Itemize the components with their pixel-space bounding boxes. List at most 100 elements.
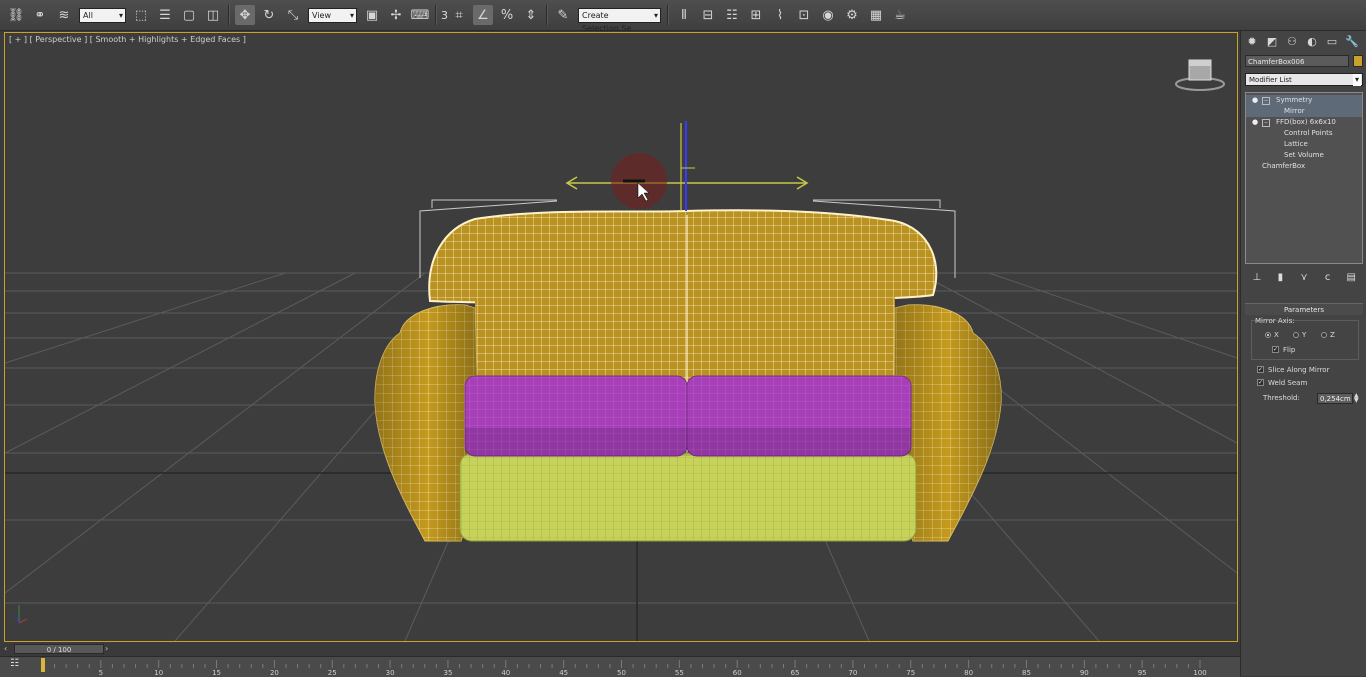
main-toolbar: ⛓ ⚭ ≋ All ⬚ ☰ ▢ ◫ ✥ ↻ ⤡ View ▣ ✢ ⌨ 3 ⌗ ∠… xyxy=(0,0,1366,33)
lightbulb-icon[interactable]: ● xyxy=(1252,117,1258,128)
key-filters-icon[interactable]: ☷ xyxy=(10,658,19,669)
sofa-base[interactable] xyxy=(459,452,917,542)
keyboard-shortcut-icon[interactable]: ⌨ xyxy=(410,5,430,25)
timeline-next-icon[interactable]: › xyxy=(105,644,108,653)
curve-editor-icon[interactable]: ⌇ xyxy=(770,5,790,25)
utilities-tab-icon[interactable]: 🔧 xyxy=(1345,35,1359,49)
pivot-center-icon[interactable]: ▣ xyxy=(362,5,382,25)
time-slider[interactable]: 0 / 100 xyxy=(14,644,104,654)
make-unique-icon[interactable]: ⋎ xyxy=(1297,272,1311,283)
axis-z-radio[interactable] xyxy=(1321,332,1327,338)
snap-toggle-label: 3 xyxy=(441,8,448,22)
timeline-tick-label: 75 xyxy=(906,669,915,676)
axis-y-label: Y xyxy=(1302,331,1307,339)
select-move-icon[interactable]: ✥ xyxy=(235,5,255,25)
reference-coord-dropdown[interactable]: View xyxy=(308,7,357,23)
render-icon[interactable]: ☕ xyxy=(890,5,910,25)
motion-tab-icon[interactable]: ◐ xyxy=(1305,35,1319,49)
timeline-prev-icon[interactable]: ‹ xyxy=(4,644,7,653)
angle-snap-icon[interactable]: ∠ xyxy=(473,5,493,25)
stack-item-set-volume[interactable]: Set Volume xyxy=(1246,150,1362,161)
stack-item-label: ChamferBox xyxy=(1262,162,1306,170)
threshold-input[interactable]: 0,254cm xyxy=(1317,393,1353,404)
lightbulb-icon[interactable]: ● xyxy=(1252,95,1258,106)
weld-seam-checkbox[interactable]: ✓ xyxy=(1257,379,1264,386)
rect-select-icon[interactable]: ▢ xyxy=(179,5,199,25)
sofa-model[interactable] xyxy=(374,209,1002,542)
timeline-tick-label: 15 xyxy=(212,669,221,676)
mirror-axis-group xyxy=(1251,320,1359,360)
remove-modifier-icon[interactable]: ⅽ xyxy=(1321,272,1335,283)
stack-item-mirror[interactable]: Mirror xyxy=(1246,106,1362,117)
edit-named-sel-icon[interactable]: ✎ xyxy=(553,5,573,25)
axis-z-label: Z xyxy=(1330,331,1335,339)
timeline-tick-label: 40 xyxy=(501,669,510,676)
expand-minus-icon[interactable]: − xyxy=(1262,97,1270,105)
object-color-swatch[interactable] xyxy=(1353,55,1363,67)
axis-x-radio[interactable] xyxy=(1265,332,1271,338)
perspective-viewport[interactable]: [ + ] [ Perspective ] [ Smooth + Highlig… xyxy=(4,32,1238,642)
modifier-list-dropdown[interactable]: Modifier List ▾ xyxy=(1245,73,1363,86)
chevron-down-icon[interactable]: ▾ xyxy=(1352,74,1361,86)
timeline-tick-label: 55 xyxy=(675,669,684,676)
threshold-label: Threshold: xyxy=(1263,394,1300,402)
axis-y-radio[interactable] xyxy=(1293,332,1299,338)
axis-tripod-icon xyxy=(14,605,28,624)
viewport-label[interactable]: [ + ] [ Perspective ] [ Smooth + Highlig… xyxy=(9,35,246,44)
bind-spacewarp-icon[interactable]: ≋ xyxy=(54,5,74,25)
snap-toggle-icon[interactable]: ⌗ xyxy=(449,5,469,25)
select-by-name-icon[interactable]: ☰ xyxy=(155,5,175,25)
timeline-tick-label: 60 xyxy=(733,669,742,676)
expand-minus-icon[interactable]: − xyxy=(1262,119,1270,127)
hierarchy-tab-icon[interactable]: ⚇ xyxy=(1285,35,1299,49)
move-gizmo[interactable] xyxy=(565,121,809,211)
stack-item-ffd-box[interactable]: ● − FFD(box) 6x6x10 xyxy=(1246,117,1362,128)
rendered-frame-icon[interactable]: ▦ xyxy=(866,5,886,25)
selection-filter-dropdown[interactable]: All xyxy=(79,7,126,23)
sofa-back-inner xyxy=(475,295,895,385)
flip-checkbox[interactable]: ✓ xyxy=(1272,346,1279,353)
cushion-shade xyxy=(465,428,911,456)
threshold-spinner-icon[interactable]: ▲ ▼ xyxy=(1354,393,1359,404)
material-editor-icon[interactable]: ◉ xyxy=(818,5,838,25)
select-object-icon[interactable]: ⬚ xyxy=(131,5,151,25)
stack-item-symmetry[interactable]: ● − Symmetry xyxy=(1246,95,1362,106)
render-setup-icon[interactable]: ⚙ xyxy=(842,5,862,25)
viewcube-icon[interactable] xyxy=(1175,59,1225,91)
align-icon[interactable]: ⊟ xyxy=(698,5,718,25)
stack-item-control-points[interactable]: Control Points xyxy=(1246,128,1362,139)
toolbar-separator xyxy=(546,5,548,25)
named-selection-dropdown[interactable]: Create Selection Se xyxy=(578,7,661,33)
weld-seam-label: Weld Seam xyxy=(1268,379,1308,387)
link-icon[interactable]: ⛓ xyxy=(6,5,26,25)
layer-icon[interactable]: ☷ xyxy=(722,5,742,25)
unlink-icon[interactable]: ⚭ xyxy=(30,5,50,25)
schematic-icon[interactable]: ⊡ xyxy=(794,5,814,25)
manipulate-icon[interactable]: ✢ xyxy=(386,5,406,25)
select-scale-icon[interactable]: ⤡ xyxy=(283,5,303,25)
select-rotate-icon[interactable]: ↻ xyxy=(259,5,279,25)
pin-stack-icon[interactable]: ⊥ xyxy=(1250,272,1264,283)
timeline-tick-label: 10 xyxy=(154,669,163,676)
sofa-backrest[interactable] xyxy=(428,209,938,304)
spinner-snap-icon[interactable]: ⇕ xyxy=(521,5,541,25)
stack-item-lattice[interactable]: Lattice xyxy=(1246,139,1362,150)
show-end-result-icon[interactable]: ▮ xyxy=(1273,272,1287,283)
timeline-tick-label: 30 xyxy=(386,669,395,676)
slice-along-mirror-checkbox[interactable]: ✓ xyxy=(1257,366,1264,373)
modifier-list-label: Modifier List xyxy=(1249,76,1292,84)
slice-along-mirror-label: Slice Along Mirror xyxy=(1268,366,1330,374)
configure-sets-icon[interactable]: ▤ xyxy=(1344,272,1358,283)
create-tab-icon[interactable]: ✹ xyxy=(1245,35,1259,49)
display-tab-icon[interactable]: ▭ xyxy=(1325,35,1339,49)
stack-item-chamferbox[interactable]: ChamferBox xyxy=(1246,161,1362,172)
percent-snap-icon[interactable]: % xyxy=(497,5,517,25)
stack-item-label: Mirror xyxy=(1284,107,1305,115)
graphite-icon[interactable]: ⊞ xyxy=(746,5,766,25)
modify-tab-icon[interactable]: ◩ xyxy=(1265,35,1279,49)
parameters-rollout-header[interactable]: Parameters xyxy=(1245,303,1363,315)
object-name-field[interactable]: ChamferBox006 xyxy=(1245,55,1349,67)
mirror-icon[interactable]: ⫴ xyxy=(674,5,694,25)
timeline-tick-label: 45 xyxy=(559,669,568,676)
window-crossing-icon[interactable]: ◫ xyxy=(203,5,223,25)
